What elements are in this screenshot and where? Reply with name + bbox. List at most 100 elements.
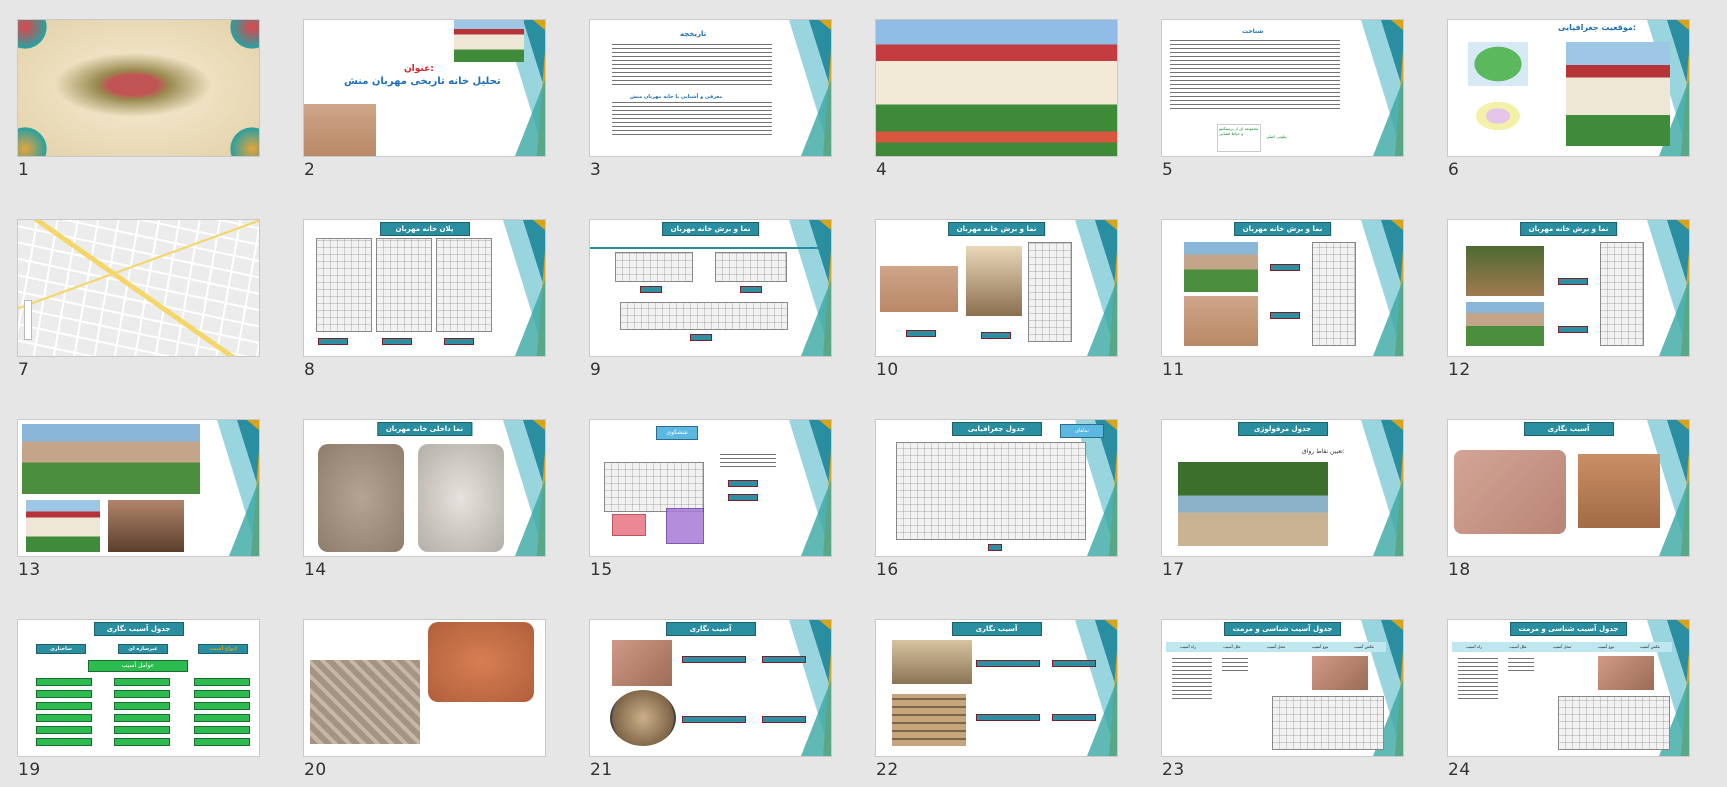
slide-number: 7 bbox=[18, 360, 30, 380]
slide-preview[interactable]: جدول آسیب نگاری انواع آسیب غیرسازه ای ساختا… bbox=[18, 620, 259, 756]
slide-title-bar: نما داخلی خانه مهربان bbox=[376, 422, 473, 436]
slide-preview[interactable]: موقعیت جغرافیایی: bbox=[1448, 20, 1689, 156]
slide-title-bar: نما و برش خانه مهربان bbox=[1233, 222, 1332, 236]
slide-number: 8 bbox=[304, 360, 316, 380]
label-tag bbox=[976, 714, 1040, 721]
slide-preview[interactable]: عنوان: تحلیل خانه تاریخی مهربان منش bbox=[304, 20, 545, 156]
zoom-controls[interactable] bbox=[24, 300, 32, 340]
slide-preview[interactable]: آسیب نگاری bbox=[876, 620, 1117, 756]
table-header-cell: راه آسیب bbox=[1465, 644, 1482, 649]
slide-preview[interactable]: جدول آسیب شناسی و مرمت عکس آسیب نوع آسیب مح… bbox=[1162, 620, 1403, 756]
slide-thumbnail[interactable]: ششکوی 15 bbox=[572, 400, 831, 600]
slide-thumbnail[interactable]: جدول جغرافیایی نماهای 16 bbox=[858, 400, 1117, 600]
slide-thumbnail[interactable]: موقعیت جغرافیایی: 6 bbox=[1430, 0, 1689, 200]
damage-category-tag bbox=[194, 714, 250, 722]
slide-preview[interactable]: نما و برش خانه مهربان bbox=[590, 220, 831, 356]
damage-category-tag bbox=[114, 690, 170, 698]
slide-thumbnail[interactable]: جدول آسیب نگاری انواع آسیب غیرسازه ای ساختا… bbox=[0, 600, 259, 787]
slide-preview[interactable] bbox=[18, 220, 259, 356]
slide-thumbnail[interactable]: جدول آسیب شناسی و مرمت عکس آسیب نوع آسیب مح… bbox=[1144, 600, 1403, 787]
label-tag bbox=[690, 334, 712, 341]
decorative-shapes bbox=[789, 420, 831, 556]
slide-title-bar: آسیب نگاری bbox=[951, 622, 1042, 636]
slide-thumbnail[interactable]: آسیب نگاری 18 bbox=[1430, 400, 1689, 600]
slide-number: 21 bbox=[590, 760, 613, 780]
detail-photo bbox=[610, 690, 676, 746]
door-photo bbox=[108, 500, 184, 552]
slide-number: 13 bbox=[18, 560, 41, 580]
slide-thumbnail[interactable]: 4 bbox=[858, 0, 1117, 200]
slide-thumbnail[interactable]: نما داخلی خانه مهربان 14 bbox=[286, 400, 545, 600]
footer-note: پیلوتی اصلی bbox=[1266, 134, 1287, 139]
damage-category-tag bbox=[114, 702, 170, 710]
damage-category-tag bbox=[36, 738, 92, 746]
slide-preview[interactable]: نما و برش خانه مهربان bbox=[1448, 220, 1689, 356]
label-tag bbox=[640, 286, 662, 293]
floor-plan-drawing bbox=[436, 238, 492, 332]
slide-title-bar: نما و برش خانه مهربان bbox=[661, 222, 760, 236]
slide-preview[interactable]: شناخت مجموعه ای از پرسپکتیو و خیاط فضایی پ… bbox=[1162, 20, 1403, 156]
table-header-cell: علل آسیب bbox=[1509, 644, 1527, 649]
table-header: عکس آسیب نوع آسیب محل آسیب علل آسیب راه آسیب bbox=[1452, 642, 1672, 652]
slide-thumbnail[interactable]: 7 bbox=[0, 200, 259, 400]
slide-preview[interactable] bbox=[18, 420, 259, 556]
label-tag bbox=[981, 332, 1011, 339]
slide-title-bar: جدول آسیب نگاری bbox=[93, 622, 184, 636]
slide-thumbnail[interactable]: نما و برش خانه مهربان 11 bbox=[1144, 200, 1403, 400]
slide-preview[interactable] bbox=[304, 620, 545, 756]
interior-photo bbox=[966, 246, 1022, 316]
slide-number: 19 bbox=[18, 760, 41, 780]
house-photo bbox=[1566, 42, 1670, 146]
slide-thumbnail[interactable]: شناخت مجموعه ای از پرسپکتیو و خیاط فضایی پ… bbox=[1144, 0, 1403, 200]
slide-preview[interactable]: نما و برش خانه مهربان bbox=[876, 220, 1117, 356]
label-tag bbox=[1052, 714, 1096, 721]
slide-thumbnail[interactable]: نما و برش خانه مهربان 9 bbox=[572, 200, 831, 400]
slide-thumbnail[interactable]: آسیب نگاری 22 bbox=[858, 600, 1117, 787]
slide-thumbnail[interactable]: جدول مرفولوژی تعیین نقاط رواق: 17 bbox=[1144, 400, 1403, 600]
slide-preview[interactable]: آسیب نگاری bbox=[590, 620, 831, 756]
label-tag bbox=[1558, 326, 1588, 333]
decorative-shapes bbox=[789, 220, 831, 356]
slide-label: عنوان: bbox=[404, 64, 434, 74]
slide-thumbnail[interactable]: پلان خانه مهربان 8 bbox=[286, 200, 545, 400]
damage-category-tag bbox=[194, 678, 250, 686]
slide-title-bar: نما و برش خانه مهربان bbox=[947, 222, 1046, 236]
slide-preview[interactable] bbox=[18, 20, 259, 156]
slide-thumbnail[interactable]: نما و برش خانه مهربان 10 bbox=[858, 200, 1117, 400]
slide-preview[interactable]: جدول آسیب شناسی و مرمت عکس آسیب نوع آسیب مح… bbox=[1448, 620, 1689, 756]
slide-preview[interactable]: نما داخلی خانه مهربان bbox=[304, 420, 545, 556]
slide-preview[interactable]: جدول مرفولوژی تعیین نقاط رواق: bbox=[1162, 420, 1403, 556]
slide-thumbnail[interactable]: جدول آسیب شناسی و مرمت عکس آسیب نوع آسیب مح… bbox=[1430, 600, 1689, 787]
slide-number: 24 bbox=[1448, 760, 1471, 780]
slide-thumbnail[interactable]: 13 bbox=[0, 400, 259, 600]
slide-thumbnail[interactable]: عنوان: تحلیل خانه تاریخی مهربان منش 2 bbox=[286, 0, 545, 200]
label-tag bbox=[682, 656, 746, 663]
highlight-zone bbox=[612, 514, 646, 536]
slide-preview[interactable]: جدول جغرافیایی نماهای bbox=[876, 420, 1117, 556]
slide-thumbnail[interactable]: تاریخچه معرفی و آشنایی با خانه مهربان منش… bbox=[572, 0, 831, 200]
damage-category-tag bbox=[36, 726, 92, 734]
slide-preview[interactable]: آسیب نگاری bbox=[1448, 420, 1689, 556]
slide-heading: موقعیت جغرافیایی: bbox=[1558, 23, 1637, 32]
slide-preview[interactable]: ششکوی bbox=[590, 420, 831, 556]
label-tag bbox=[740, 286, 762, 293]
body-text bbox=[612, 102, 772, 136]
center-tag: عوامل آسیب bbox=[88, 660, 188, 672]
slide-number: 17 bbox=[1162, 560, 1185, 580]
slide-thumbnail[interactable]: 1 bbox=[0, 0, 259, 200]
label-tag bbox=[988, 544, 1002, 551]
slide-preview[interactable]: پلان خانه مهربان bbox=[304, 220, 545, 356]
slide-preview[interactable]: نما و برش خانه مهربان bbox=[1162, 220, 1403, 356]
slide-thumbnail[interactable]: 20 bbox=[286, 600, 545, 787]
street-map[interactable] bbox=[18, 220, 259, 356]
slide-thumbnail[interactable]: نما و برش خانه مهربان 12 bbox=[1430, 200, 1689, 400]
slide-number: 3 bbox=[590, 160, 602, 180]
slide-heading: شناخت bbox=[1242, 28, 1264, 35]
footer-box: مجموعه ای از پرسپکتیو و خیاط فضایی bbox=[1217, 124, 1261, 152]
slide-preview[interactable] bbox=[876, 20, 1117, 156]
slide-preview[interactable]: تاریخچه معرفی و آشنایی با خانه مهربان منش bbox=[590, 20, 831, 156]
floor-plan-drawing bbox=[620, 302, 788, 330]
slide-thumbnail[interactable]: آسیب نگاری 21 bbox=[572, 600, 831, 787]
slide-title-bar: جدول آسیب شناسی و مرمت bbox=[1223, 622, 1342, 636]
table-header-cell: نوع آسیب bbox=[1597, 644, 1615, 649]
